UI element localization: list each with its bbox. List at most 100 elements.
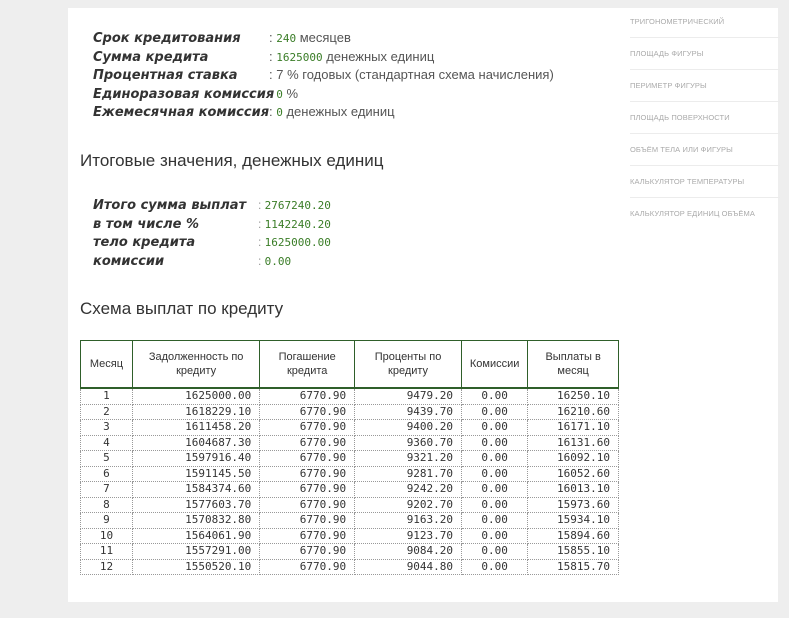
table-cell: 1611458.20 — [131, 419, 261, 436]
sidebar-item-figure-area[interactable]: Площадь фигуры — [630, 38, 780, 70]
table-row: 8 1577603.70 6770.90 9202.70 0.00 15973.60 — [80, 496, 619, 513]
table-cell: 6770.90 — [259, 387, 356, 405]
table-cell: 6770.90 — [259, 434, 356, 451]
table-cell: 15855.10 — [527, 543, 619, 560]
param-row: Единоразовая комиссия: 0 % — [93, 85, 299, 102]
table-cell: 1604687.30 — [131, 434, 261, 451]
table-cell: 8 — [80, 496, 133, 513]
table-cell: 1577603.70 — [131, 496, 261, 513]
table-cell: 6770.90 — [259, 403, 356, 420]
table-cell: 1591145.50 — [131, 465, 261, 482]
table-cell: 15973.60 — [527, 496, 619, 513]
param-row: Процентная ставка: 7 % годовых (стандарт… — [93, 67, 554, 83]
table-cell: 0.00 — [461, 481, 529, 498]
table-body: 1 1625000.00 6770.90 9479.20 0.00 16250.10 2 16… — [80, 387, 619, 575]
table-cell: 2 — [80, 403, 133, 420]
param-row: Срок кредитования: 240 месяцев — [93, 30, 351, 46]
total-interest-value: 1142240.20 — [264, 217, 331, 231]
table-cell: 6770.90 — [259, 450, 356, 467]
table-cell: 16250.10 — [527, 387, 619, 405]
table-header-row: Месяц Задолженность по кредиту Погашение… — [80, 340, 619, 389]
table-cell: 0.00 — [461, 403, 529, 420]
sidebar-item-figure-perimeter[interactable]: Периметр фигуры — [630, 70, 780, 102]
table-cell: 6770.90 — [259, 496, 356, 513]
table-cell: 6770.90 — [259, 419, 356, 436]
table-cell: 15934.10 — [527, 512, 619, 529]
table-row: 9 1570832.80 6770.90 9163.20 0.00 15934.10 — [80, 512, 619, 529]
sidebar-item-surface-area[interactable]: Площадь поверхности — [630, 102, 780, 134]
table-cell: 1584374.60 — [131, 481, 261, 498]
table-cell: 6770.90 — [259, 527, 356, 544]
sidebar-nav: Тригонометрический Площадь фигуры Периме… — [630, 6, 780, 229]
table-cell: 9479.20 — [354, 387, 463, 405]
table-cell: 4 — [80, 434, 133, 451]
table-cell: 1564061.90 — [131, 527, 261, 544]
table-cell: 11 — [80, 543, 133, 560]
table-cell: 0.00 — [461, 450, 529, 467]
totals-heading: Итоговые значения, денежных единиц — [80, 151, 384, 170]
table-cell: 16092.10 — [527, 450, 619, 467]
table-cell: 1618229.10 — [131, 403, 261, 420]
table-cell: 6770.90 — [259, 481, 356, 498]
table-cell: 0.00 — [461, 419, 529, 436]
table-cell: 16210.60 — [527, 403, 619, 420]
table-row: 4 1604687.30 6770.90 9360.70 0.00 16131.60 — [80, 434, 619, 451]
table-cell: 9084.20 — [354, 543, 463, 560]
table-cell: 16013.10 — [527, 481, 619, 498]
schedule-heading: Схема выплат по кредиту — [80, 299, 284, 318]
total-payments-value: 2767240.20 — [264, 199, 331, 212]
table-cell: 0.00 — [461, 465, 529, 482]
table-cell: 6770.90 — [259, 543, 356, 560]
sidebar-item-temperature[interactable]: Калькулятор температуры — [630, 166, 780, 198]
table-cell: 1625000.00 — [131, 387, 261, 405]
table-row: 5 1597916.40 6770.90 9321.20 0.00 16092.10 — [80, 450, 619, 467]
total-row: Итого сумма выплат: 2767240.20 — [93, 198, 331, 213]
table-row: 7 1584374.60 6770.90 9242.20 0.00 16013.10 — [80, 481, 619, 498]
table-cell: 9321.20 — [354, 450, 463, 467]
table-cell: 1557291.00 — [131, 543, 261, 560]
table-cell: 16131.60 — [527, 434, 619, 451]
table-cell: 6770.90 — [259, 465, 356, 482]
table-cell: 6 — [80, 465, 133, 482]
totals-list: Итого сумма выплат: 2767240.20 в том чис… — [93, 196, 331, 270]
table-cell: 1550520.10 — [131, 558, 261, 575]
table-cell: 16171.10 — [527, 419, 619, 436]
table-cell: 10 — [80, 527, 133, 544]
rate-value: 7 % годовых (стандартная схема начислени… — [276, 67, 554, 82]
total-row: тело кредита: 1625000.00 — [93, 235, 331, 250]
table-cell: 0.00 — [461, 434, 529, 451]
table-cell: 9123.70 — [354, 527, 463, 544]
col-principal: Погашение кредита — [259, 340, 356, 389]
total-fees-value: 0.00 — [264, 254, 292, 268]
table-cell: 9163.20 — [354, 512, 463, 529]
amount-value: 1625000 — [276, 50, 323, 64]
table-cell: 5 — [80, 450, 133, 467]
table-cell: 0.00 — [461, 496, 529, 513]
sidebar-item-volume[interactable]: Объём тела или фигуры — [630, 134, 780, 166]
table-cell: 15894.60 — [527, 527, 619, 544]
param-row: Ежемесячная комиссия: 0 денежных единиц — [93, 104, 395, 120]
table-row: 6 1591145.50 6770.90 9281.70 0.00 16052.60 — [80, 465, 619, 482]
table-cell: 9044.80 — [354, 558, 463, 575]
table-cell: 0.00 — [461, 387, 529, 405]
table-cell: 9439.70 — [354, 403, 463, 420]
sidebar-item-volume-units[interactable]: Калькулятор единиц объёма — [630, 198, 780, 229]
table-cell: 9400.20 — [354, 419, 463, 436]
table-row: 2 1618229.10 6770.90 9439.70 0.00 16210.60 — [80, 403, 619, 420]
monthly-fee-value: 0 — [276, 106, 283, 119]
table-cell: 9202.70 — [354, 496, 463, 513]
table-cell: 9242.20 — [354, 481, 463, 498]
table-cell: 6770.90 — [259, 558, 356, 575]
table-row: 3 1611458.20 6770.90 9400.20 0.00 16171.10 — [80, 419, 619, 436]
table-cell: 15815.70 — [527, 558, 619, 575]
table-row: 12 1550520.10 6770.90 9044.80 0.00 15815.70 — [80, 558, 619, 575]
table-cell: 0.00 — [461, 512, 529, 529]
table-cell: 7 — [80, 481, 133, 498]
table-cell: 1570832.80 — [131, 512, 261, 529]
one-time-fee-value: 0 — [276, 87, 283, 101]
table-cell: 0.00 — [461, 558, 529, 575]
sidebar-item-trigonometric[interactable]: Тригонометрический — [630, 6, 780, 38]
table-cell: 3 — [80, 419, 133, 436]
col-debt: Задолженность по кредиту — [131, 340, 261, 389]
table-cell: 9360.70 — [354, 434, 463, 451]
